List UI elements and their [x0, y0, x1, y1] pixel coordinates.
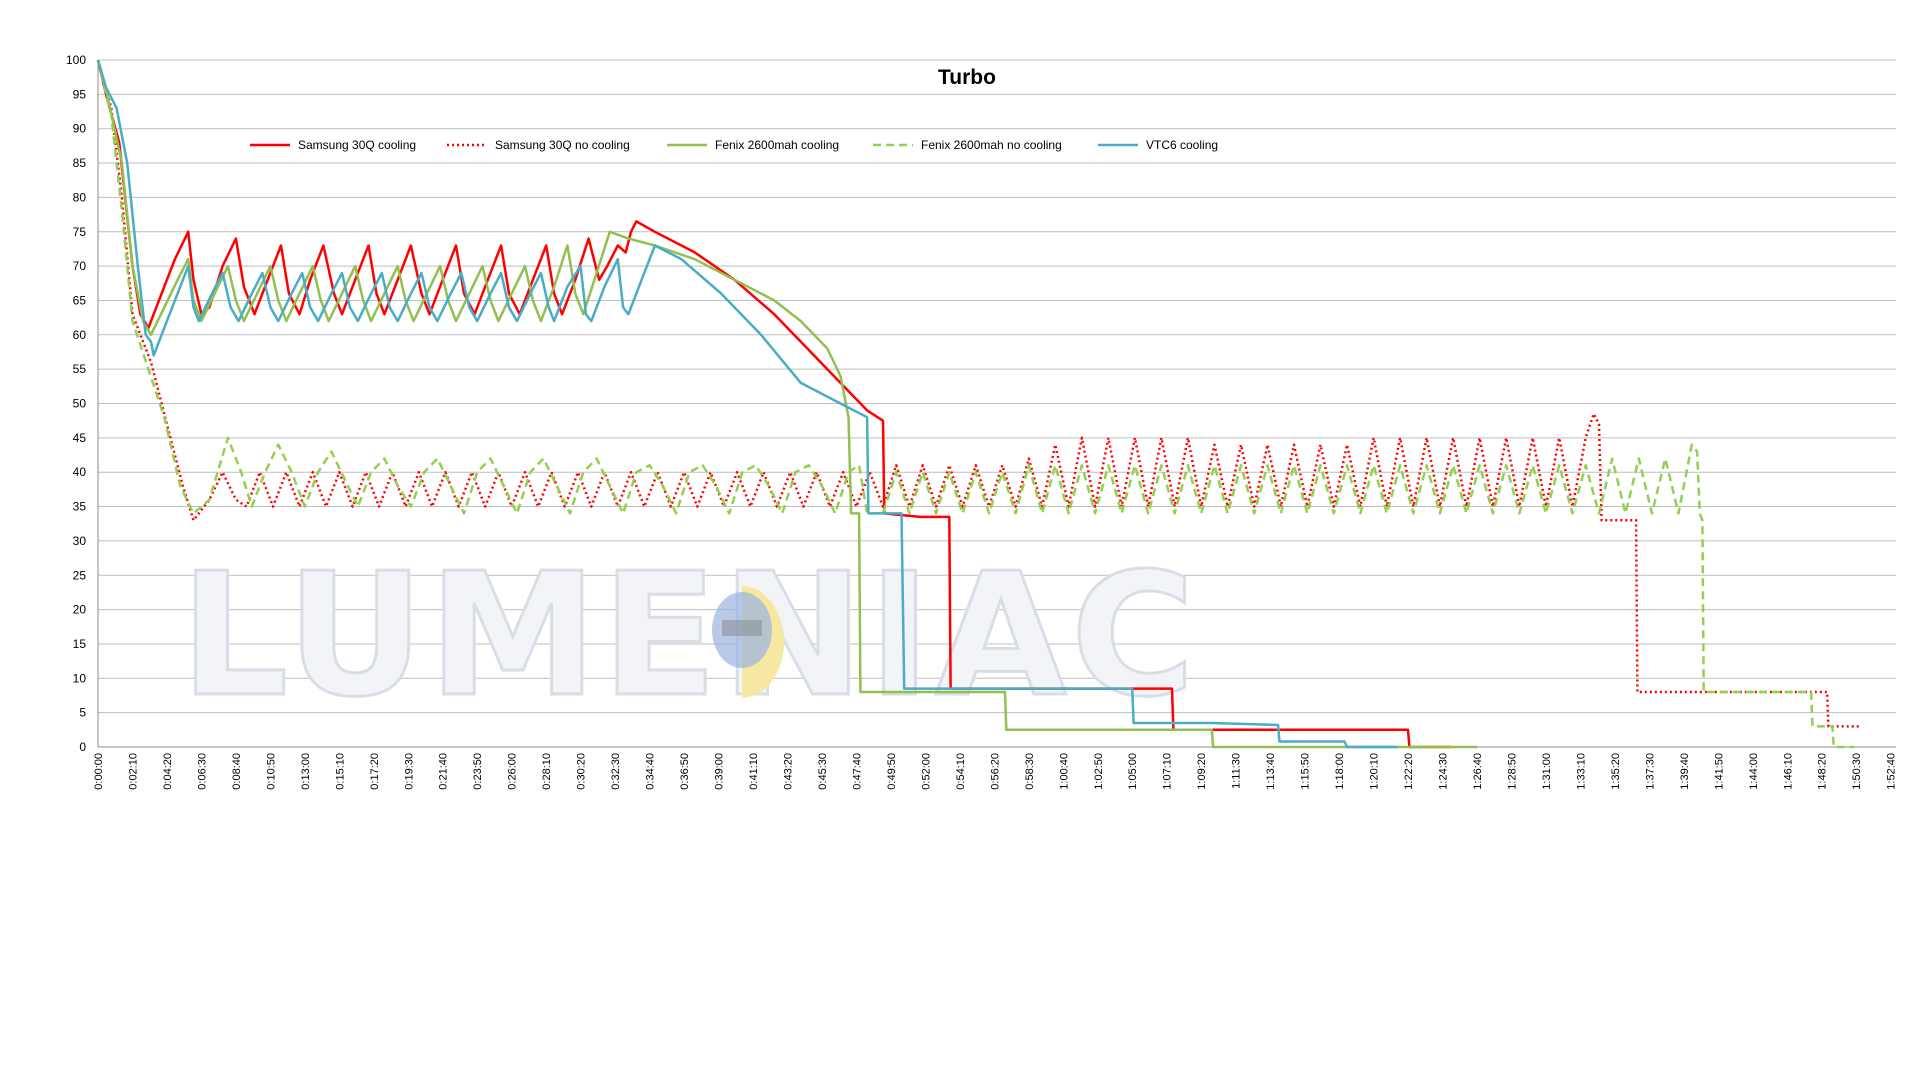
y-tick-label: 15 [73, 637, 87, 651]
y-tick-label: 35 [73, 500, 87, 514]
y-tick-label: 45 [73, 431, 87, 445]
x-tick-label: 0:34:40 [645, 753, 657, 790]
y-tick-label: 55 [73, 362, 87, 376]
x-tick-label: 1:22:20 [1403, 753, 1415, 790]
x-tick-label: 1:28:50 [1506, 753, 1518, 790]
x-tick-label: 0:23:50 [472, 753, 484, 790]
chart-container: LUMENIAC 0 5 10 15 20 25 30 35 40 45 50 55 60 65 70 75 8… [0, 0, 1920, 1080]
y-tick-label: 40 [73, 465, 87, 479]
legend: Samsung 30Q cooling Samsung 30Q no coolin… [250, 138, 1218, 152]
x-axis-ticks: 0:00:00 0:02:10 0:04:20 0:06:30 0:08:40 0:10:… [93, 753, 1898, 790]
y-tick-label: 90 [73, 122, 87, 136]
x-tick-label: 0:49:50 [886, 753, 898, 790]
x-tick-label: 1:24:30 [1438, 753, 1450, 790]
x-tick-label: 1:46:10 [1782, 753, 1794, 790]
x-tick-label: 1:13:40 [1265, 753, 1277, 790]
x-tick-label: 0:58:30 [1024, 753, 1036, 790]
legend-label: VTC6 cooling [1146, 138, 1218, 152]
watermark: LUMENIAC [179, 536, 1199, 737]
x-tick-label: 1:20:10 [1369, 753, 1381, 790]
y-tick-label: 75 [73, 225, 87, 239]
x-tick-label: 0:47:40 [851, 753, 863, 790]
legend-label: Samsung 30Q cooling [298, 138, 416, 152]
x-tick-label: 1:31:00 [1541, 753, 1553, 790]
y-tick-label: 95 [73, 87, 87, 101]
x-tick-label: 1:39:40 [1679, 753, 1691, 790]
y-tick-label: 100 [66, 53, 86, 67]
x-tick-label: 0:02:10 [127, 753, 139, 790]
x-tick-label: 1:07:10 [1162, 753, 1174, 790]
x-tick-label: 1:48:20 [1817, 753, 1829, 790]
x-tick-label: 0:43:20 [782, 753, 794, 790]
x-tick-label: 0:30:20 [576, 753, 588, 790]
line-chart: LUMENIAC 0 5 10 15 20 25 30 35 40 45 50 55 60 65 70 75 8… [66, 53, 1898, 790]
y-tick-label: 20 [73, 603, 87, 617]
x-tick-label: 0:36:50 [679, 753, 691, 790]
y-tick-label: 0 [79, 740, 86, 754]
y-tick-label: 30 [73, 534, 87, 548]
x-tick-label: 0:19:30 [403, 753, 415, 790]
x-tick-label: 1:35:20 [1610, 753, 1622, 790]
x-tick-label: 1:15:50 [1300, 753, 1312, 790]
x-tick-label: 0:56:20 [989, 753, 1001, 790]
y-tick-label: 65 [73, 293, 87, 307]
y-tick-label: 80 [73, 190, 87, 204]
x-tick-label: 0:08:40 [231, 753, 243, 790]
chart-title: Turbo [938, 66, 996, 89]
y-tick-label: 70 [73, 259, 87, 273]
x-tick-label: 0:52:00 [920, 753, 932, 790]
x-tick-label: 0:15:10 [334, 753, 346, 790]
y-axis-ticks: 0 5 10 15 20 25 30 35 40 45 50 55 60 65 70 75 80 85 90 95 10… [66, 53, 86, 754]
legend-label: Fenix 2600mah no cooling [921, 138, 1062, 152]
x-tick-label: 0:26:00 [507, 753, 519, 790]
x-tick-label: 0:04:20 [162, 753, 174, 790]
x-tick-label: 1:05:00 [1127, 753, 1139, 790]
legend-label: Fenix 2600mah cooling [715, 138, 839, 152]
x-tick-label: 1:09:20 [1196, 753, 1208, 790]
legend-label: Samsung 30Q no cooling [495, 138, 630, 152]
x-tick-label: 0:41:10 [748, 753, 760, 790]
x-tick-label: 1:11:30 [1231, 753, 1243, 789]
x-tick-label: 0:17:20 [369, 753, 381, 790]
x-tick-label: 0:32:30 [610, 753, 622, 790]
y-tick-label: 25 [73, 568, 87, 582]
x-tick-label: 1:50:30 [1851, 753, 1863, 790]
x-tick-label: 0:13:00 [300, 753, 312, 790]
x-tick-label: 0:10:50 [265, 753, 277, 790]
x-tick-label: 0:28:10 [541, 753, 553, 790]
x-tick-label: 1:18:00 [1334, 753, 1346, 790]
y-tick-label: 50 [73, 397, 87, 411]
x-tick-label: 1:33:10 [1575, 753, 1587, 790]
x-tick-label: 1:37:30 [1644, 753, 1656, 790]
x-tick-label: 0:54:10 [955, 753, 967, 790]
y-tick-label: 10 [73, 671, 87, 685]
x-tick-label: 1:00:40 [1058, 753, 1070, 790]
y-tick-label: 85 [73, 156, 87, 170]
x-tick-label: 1:26:40 [1472, 753, 1484, 790]
x-tick-label: 1:44:00 [1748, 753, 1760, 790]
x-tick-label: 1:41:50 [1713, 753, 1725, 790]
x-tick-label: 0:45:30 [817, 753, 829, 790]
y-tick-label: 60 [73, 328, 87, 342]
x-tick-label: 0:39:00 [714, 753, 726, 790]
x-tick-label: 0:00:00 [93, 753, 105, 790]
x-tick-label: 0:06:30 [196, 753, 208, 790]
x-tick-label: 1:52:40 [1886, 753, 1898, 790]
watermark-text: LUMENIAC [180, 537, 1199, 735]
x-tick-label: 1:02:50 [1093, 753, 1105, 790]
x-tick-label: 0:21:40 [438, 753, 450, 790]
y-tick-label: 5 [79, 706, 86, 720]
